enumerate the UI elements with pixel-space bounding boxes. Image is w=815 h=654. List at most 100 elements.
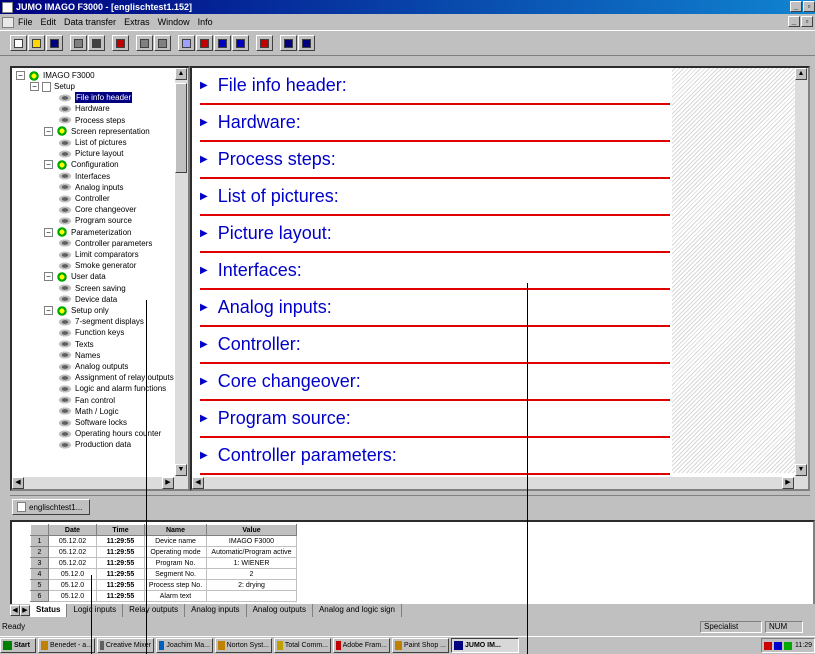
tree-item-software-locks[interactable]: Software locks — [58, 417, 127, 428]
section-heading[interactable]: ▶ Picture layout: — [200, 216, 670, 253]
menu-info[interactable]: Info — [198, 17, 213, 27]
edit-icon[interactable] — [178, 35, 195, 51]
expand-arrow-icon[interactable]: ▶ — [200, 450, 208, 461]
expand-arrow-icon[interactable]: ▶ — [200, 191, 208, 202]
tree-item-assignment-of-relay-outputs[interactable]: Assignment of relay outputs — [58, 372, 174, 383]
section-heading[interactable]: ▶ Analog inputs: — [200, 290, 670, 327]
tree-item-process-steps[interactable]: Process steps — [58, 115, 125, 126]
tab-last-icon[interactable]: ▶ — [20, 605, 30, 616]
tree-item-screen-representation[interactable]: − Screen representation — [44, 126, 150, 137]
table-row[interactable]: 6 05.12.0 11:29:55 Alarm text — [30, 590, 297, 602]
taskbar-item[interactable]: Benedet - a... — [38, 638, 95, 653]
tree-item-setup-only[interactable]: − Setup only — [44, 305, 109, 316]
tray-icon[interactable] — [764, 641, 772, 650]
section-heading[interactable]: ▶ Program source: — [200, 401, 670, 438]
magic-icon[interactable] — [112, 35, 129, 51]
scroll-left-icon[interactable]: ◀ — [192, 477, 204, 489]
expand-arrow-icon[interactable]: ▶ — [200, 302, 208, 313]
scroll-down-icon[interactable]: ▼ — [175, 464, 187, 476]
menu-file[interactable]: File — [18, 17, 33, 27]
expand-arrow-icon[interactable]: ▶ — [200, 154, 208, 165]
open-folder-icon[interactable] — [28, 35, 45, 51]
tree-item-user-data[interactable]: − User data — [44, 271, 106, 282]
column-header-time[interactable]: Time — [96, 524, 145, 536]
tray-icon[interactable] — [784, 641, 792, 650]
tree-item-smoke-generator[interactable]: Smoke generator — [58, 260, 136, 271]
collapse-icon[interactable]: − — [44, 272, 53, 282]
tree-vertical-scrollbar[interactable]: ▲ ▼ — [175, 68, 188, 477]
content-vertical-scrollbar[interactable]: ▲ ▼ — [795, 68, 808, 477]
tree-item-interfaces[interactable]: Interfaces — [58, 171, 110, 182]
new-file-icon[interactable] — [10, 35, 27, 51]
restore-button[interactable]: ▫ — [803, 1, 815, 12]
table-row[interactable]: 3 05.12.02 11:29:55 Program No. 1: WIENER — [30, 557, 297, 569]
scroll-down-icon[interactable]: ▼ — [795, 464, 807, 476]
document-icon[interactable] — [2, 16, 14, 28]
scroll-right-icon[interactable]: ▶ — [162, 477, 174, 489]
print-preview-icon[interactable] — [70, 35, 87, 51]
tree-item-picture-layout[interactable]: Picture layout — [58, 148, 123, 159]
expand-arrow-icon[interactable]: ▶ — [200, 413, 208, 424]
tree-item-limit-comparators[interactable]: Limit comparators — [58, 249, 139, 260]
tree-item-function-keys[interactable]: Function keys — [58, 327, 124, 338]
tab-analog-outputs[interactable]: Analog outputs — [247, 604, 313, 617]
expand-arrow-icon[interactable]: ▶ — [200, 117, 208, 128]
settings-icon[interactable] — [196, 35, 213, 51]
tray-icon[interactable] — [774, 641, 782, 650]
tree-item-math-logic[interactable]: Math / Logic — [58, 406, 119, 417]
tab-analog-and-logic-sign[interactable]: Analog and logic sign — [313, 604, 402, 617]
taskbar-item[interactable]: Joachim Ma... — [156, 638, 213, 653]
start-button[interactable]: Start — [0, 638, 36, 653]
tree-item-fan-control[interactable]: Fan control — [58, 395, 115, 406]
tree-horizontal-scrollbar[interactable]: ◀ ▶ — [12, 477, 188, 489]
tab-analog-inputs[interactable]: Analog inputs — [185, 604, 247, 617]
menu-edit[interactable]: Edit — [41, 17, 57, 27]
taskbar-item[interactable]: Paint Shop ... — [392, 638, 449, 653]
taskbar-item[interactable]: JUMO IM... — [451, 638, 519, 653]
tree-root[interactable]: − IMAGO F3000 — [16, 70, 95, 81]
collapse-icon[interactable]: − — [44, 306, 53, 315]
print-icon[interactable] — [88, 35, 105, 51]
tab-first-icon[interactable]: ◀ — [10, 605, 20, 616]
expand-arrow-icon[interactable]: ▶ — [200, 376, 208, 387]
tree-item-production-data[interactable]: Production data — [58, 439, 131, 450]
doc-minimize-button[interactable]: _ — [788, 16, 800, 27]
menu-data-transfer[interactable]: Data transfer — [64, 17, 116, 27]
section-heading[interactable]: ▶ File info header: — [200, 68, 670, 105]
collapse-icon[interactable]: − — [44, 227, 53, 237]
tree-item-hardware[interactable]: Hardware — [58, 103, 110, 114]
tool-icon[interactable] — [256, 35, 273, 51]
menu-extras[interactable]: Extras — [124, 17, 150, 27]
section-heading[interactable]: ▶ List of pictures: — [200, 179, 670, 216]
column-header-date[interactable]: Date — [48, 524, 97, 536]
tab-relay-outputs[interactable]: Relay outputs — [123, 604, 186, 617]
section-heading[interactable]: ▶ Process steps: — [200, 142, 670, 179]
tree-item-core-changeover[interactable]: Core changeover — [58, 204, 136, 215]
section-heading[interactable]: ▶ Controller: — [200, 327, 670, 364]
tree-item-list-of-pictures[interactable]: List of pictures — [58, 137, 127, 148]
tree-item-7-segment-displays[interactable]: 7-segment displays — [58, 316, 144, 327]
tree-item-device-data[interactable]: Device data — [58, 294, 117, 305]
tree-item-controller[interactable]: Controller — [58, 193, 110, 204]
tab-logic-inputs[interactable]: Logic inputs — [67, 604, 124, 617]
clock[interactable]: 11:29 — [795, 642, 812, 649]
table-row[interactable]: 5 05.12.0 11:29:55 Process step No. 2: dryin… — [30, 579, 297, 591]
tab-status[interactable]: Status — [30, 604, 68, 617]
expand-arrow-icon[interactable]: ▶ — [200, 339, 208, 350]
scroll-left-icon[interactable]: ◀ — [12, 477, 24, 489]
tree-item-logic-and-alarm-functions[interactable]: Logic and alarm functions — [58, 383, 166, 394]
section-heading[interactable]: ▶ Core changeover: — [200, 364, 670, 401]
collapse-icon[interactable]: − — [30, 82, 39, 91]
table-row[interactable]: 4 05.12.0 11:29:55 Segment No. 2 — [30, 568, 297, 580]
undo-icon[interactable] — [136, 35, 153, 51]
tree-item-file-info-header[interactable]: File info header — [58, 92, 133, 104]
section-heading[interactable]: ▶ Hardware: — [200, 105, 670, 142]
content-horizontal-scrollbar[interactable]: ◀ ▶ — [192, 477, 808, 489]
taskbar-item[interactable]: Total Comm... — [274, 638, 331, 653]
section-heading[interactable]: ▶ Interfaces: — [200, 253, 670, 290]
tree-item-screen-saving[interactable]: Screen saving — [58, 283, 126, 294]
tree-item-analog-outputs[interactable]: Analog outputs — [58, 361, 128, 372]
tree-item-analog-inputs[interactable]: Analog inputs — [58, 182, 123, 193]
menu-window[interactable]: Window — [158, 17, 190, 27]
section-heading[interactable]: ▶ Controller parameters: — [200, 438, 670, 475]
